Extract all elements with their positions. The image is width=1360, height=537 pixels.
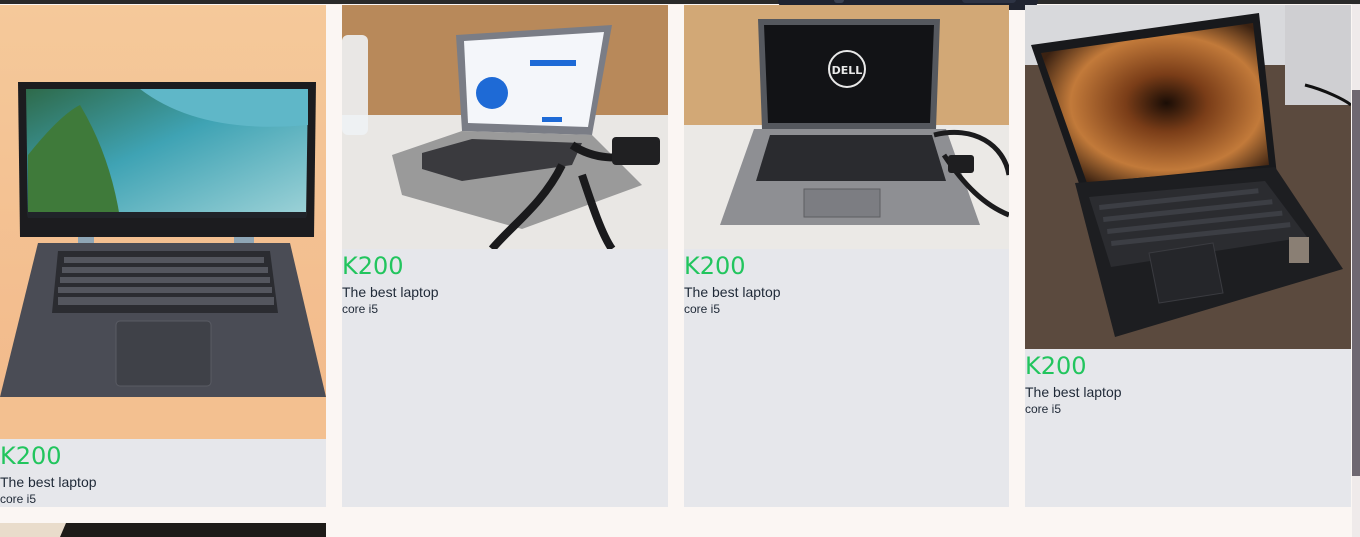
laptop-photo[interactable]	[0, 523, 326, 537]
listing-card[interactable]: K200 The best laptop core i5	[342, 5, 668, 507]
laptop-photo[interactable]	[1025, 5, 1351, 349]
dell-logo-icon: DELL	[832, 64, 863, 77]
laptop-photo[interactable]	[342, 5, 668, 249]
laptop-photo[interactable]	[0, 5, 326, 439]
listing-card[interactable]: K200 The best laptop core i5	[0, 5, 326, 507]
listing-spec: core i5	[0, 492, 37, 506]
listing-card[interactable]	[0, 523, 326, 537]
listing-spec: core i5	[1025, 402, 1062, 416]
listing-spec: core i5	[684, 302, 721, 316]
listing-card[interactable]: DELL K200 The best laptop core i5	[684, 5, 1009, 507]
listing-price: K200	[684, 252, 746, 280]
listings-page: K200 The best laptop core i5 K200 The be…	[0, 0, 1360, 537]
toolbar-button[interactable]	[962, 0, 1016, 3]
listing-price: K200	[1025, 352, 1087, 380]
listing-title: The best laptop	[0, 474, 97, 490]
toolbar-camera-icon	[834, 0, 844, 3]
listing-card[interactable]: K200 The best laptop core i5	[1025, 5, 1351, 507]
browser-top-edge	[0, 0, 1360, 4]
listing-price: K200	[0, 442, 62, 470]
listing-title: The best laptop	[342, 284, 439, 300]
listing-title: The best laptop	[1025, 384, 1122, 400]
listing-title: The best laptop	[684, 284, 781, 300]
listing-price: K200	[342, 252, 404, 280]
scrollbar-thumb[interactable]	[1352, 90, 1360, 476]
listing-spec: core i5	[342, 302, 379, 316]
laptop-photo[interactable]: DELL	[684, 5, 1009, 249]
